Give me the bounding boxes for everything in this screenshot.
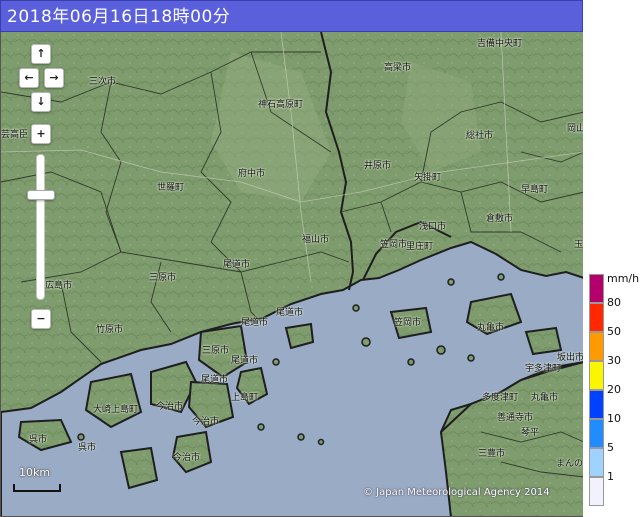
place-label: 矢掛町 (414, 173, 442, 183)
scale-label: 10km (19, 466, 51, 479)
copyright-notice: © Japan Meteorological Agency 2014 (363, 487, 550, 498)
place-label: 総社市 (466, 131, 494, 141)
legend-value-label: 1 (607, 470, 614, 483)
place-label: 宇多津町 (525, 364, 562, 374)
place-label: 里庄町 (406, 242, 434, 252)
place-label: 三原市 (202, 346, 230, 356)
place-label: 神石高原町 (258, 100, 304, 110)
place-label: 呉市 (78, 443, 97, 453)
place-label: 尾道市 (241, 318, 269, 328)
zoom-in-button[interactable]: + (31, 124, 51, 144)
legend-value-label: 5 (607, 441, 614, 454)
scale-bar (13, 484, 61, 492)
place-label: 早島町 (521, 185, 549, 195)
place-label: 吉備中央町 (477, 39, 523, 49)
legend-color-swatch (589, 390, 604, 419)
place-label: 善通寺市 (497, 413, 534, 423)
legend-color-swatch (589, 332, 604, 361)
place-label: 今治市 (173, 453, 201, 463)
place-label: 玉 (574, 240, 583, 250)
place-label: 琴平 (521, 428, 540, 438)
legend-color-swatch (589, 274, 604, 303)
place-label: 高梁市 (384, 63, 412, 73)
precipitation-legend: mm/h 80 50 30 20 10 5 1 (587, 272, 640, 512)
place-label: 多度津町 (482, 393, 519, 403)
place-label: 上島町 (231, 393, 259, 403)
place-label: 三次市 (89, 77, 117, 87)
place-label: 尾道市 (223, 260, 251, 270)
place-label: 大崎上島町 (93, 405, 139, 415)
radar-map[interactable]: 吉備中央町 高梁市 三次市 神石高原町 総社市 岡山 芸高臣 井原市 矢掛町 府… (0, 32, 583, 517)
place-label: 笠岡市 (394, 318, 422, 328)
place-label: 府中市 (238, 169, 266, 179)
legend-value-label: 50 (607, 325, 621, 338)
place-label: 丸亀市 (477, 323, 505, 333)
legend-value-label: 30 (607, 354, 621, 367)
legend-color-swatch (589, 361, 604, 390)
place-label: 今治市 (156, 402, 184, 412)
map-title: 2018年06月16日18時00分 (0, 0, 583, 32)
pan-up-button[interactable]: ↑ (31, 44, 51, 64)
legend-color-swatch (589, 477, 604, 506)
legend-value-label: 20 (607, 383, 621, 396)
legend-color-swatch (589, 303, 604, 332)
place-label: 今治市 (192, 417, 220, 427)
legend-color-swatch (589, 448, 604, 477)
place-label: まんの (556, 459, 583, 469)
legend-unit: mm/h (607, 272, 640, 285)
place-label: 竹原市 (96, 325, 124, 335)
place-label: 尾道市 (201, 375, 229, 385)
place-label: 尾道市 (276, 308, 304, 318)
place-label: 芸高臣 (1, 130, 29, 140)
zoom-slider-track[interactable] (36, 154, 45, 300)
legend-color-swatch (589, 419, 604, 448)
zoom-slider-handle[interactable] (27, 190, 55, 200)
place-label: 広島市 (45, 281, 73, 291)
place-label: 世羅町 (157, 183, 185, 193)
place-label: 岡山 (567, 124, 583, 134)
zoom-out-button[interactable]: − (31, 309, 51, 329)
place-label: 浅口市 (419, 222, 447, 232)
place-label: 三原市 (149, 273, 177, 283)
island (524, 326, 563, 356)
place-label: 井原市 (364, 161, 392, 171)
place-label: 笠岡市 (380, 240, 408, 250)
pan-down-button[interactable]: ↓ (31, 92, 51, 112)
place-label: 福山市 (302, 235, 330, 245)
place-label: 三豊市 (478, 449, 506, 459)
legend-value-label: 10 (607, 412, 621, 425)
pan-right-button[interactable]: → (44, 68, 64, 88)
pan-left-button[interactable]: ← (19, 68, 39, 88)
place-label: 呉市 (29, 435, 48, 445)
place-label: 尾道市 (231, 356, 259, 366)
place-label: 丸亀市 (531, 393, 559, 403)
legend-value-label: 80 (607, 296, 621, 309)
place-label: 倉敷市 (486, 214, 514, 224)
